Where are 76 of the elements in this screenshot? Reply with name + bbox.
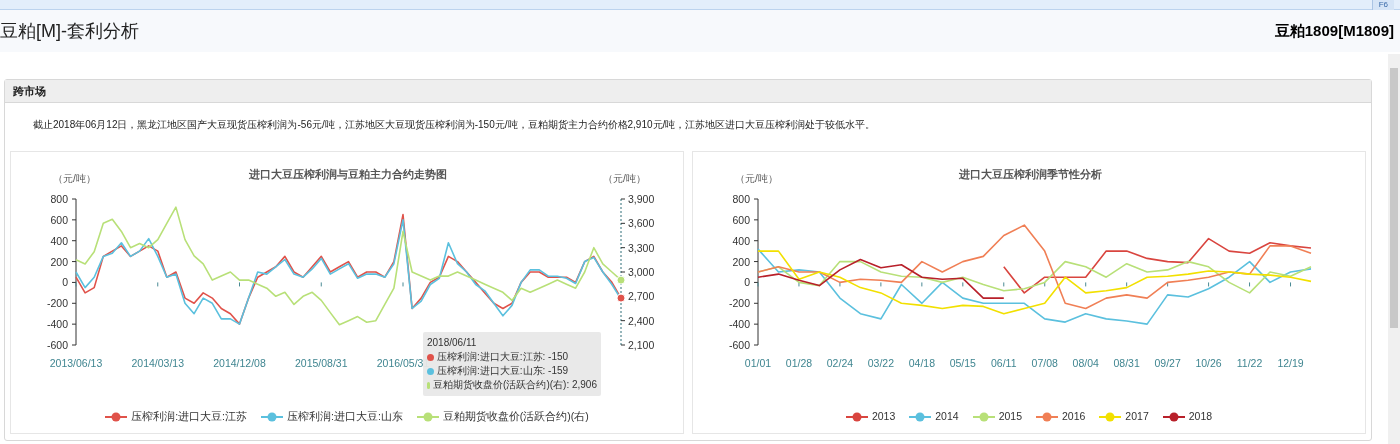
page-title: 豆粕[M]-套利分析: [0, 19, 139, 43]
x-tick-label: 2015/08/31: [294, 357, 348, 369]
legend-label[interactable]: 豆粕期货收盘价(活跃合约)(右): [442, 409, 589, 425]
tooltip-value: 压榨利润:进口大豆:山东: -159: [437, 364, 569, 378]
x-tick-label: 10/26: [1195, 357, 1222, 369]
x-tick-label: 02/24: [826, 357, 854, 369]
legend-label[interactable]: 2015: [998, 409, 1022, 425]
x-tick-label: 2014/12/08: [213, 357, 266, 369]
scrollbar-thumb[interactable]: [1390, 68, 1398, 328]
chart-title: 进口大豆压榨利润季节性分析: [958, 168, 1102, 180]
legend-marker-icon: [1162, 411, 1185, 422]
legend-marker-icon: [261, 411, 283, 422]
y-tick-label: 200: [732, 255, 750, 268]
y-tick-label: 200: [50, 255, 68, 268]
y-tick-label: 400: [50, 234, 68, 247]
y-tick-label: -400: [47, 318, 68, 331]
y-tick-label: 800: [732, 193, 750, 205]
x-tick-label: 08/31: [1113, 357, 1140, 369]
legend-label[interactable]: 压榨利润:进口大豆:山东: [287, 409, 403, 425]
legend-label[interactable]: 2017: [1125, 409, 1149, 425]
hover-point: [616, 293, 626, 303]
axis-unit: （元/吨）: [53, 173, 96, 184]
legend-label[interactable]: 2014: [935, 409, 959, 425]
y-tick-label: 600: [50, 213, 68, 226]
hover-point: [616, 275, 626, 285]
panel-title: 跨市场: [5, 80, 1371, 103]
y-tick-label: -200: [729, 297, 750, 310]
y-tick-label: 2,100: [628, 339, 655, 351]
tooltip-date: 2018/06/11: [427, 336, 478, 350]
axis-unit: （元/吨）: [735, 173, 778, 184]
y-tick-label: -400: [729, 318, 750, 331]
x-tick-label: 08/04: [1072, 357, 1099, 369]
contract-name: 豆粕1809[M1809]: [1274, 20, 1394, 41]
legend-marker-icon: [1036, 411, 1058, 422]
x-tick-label: 04/18: [908, 357, 935, 369]
y-tick-label: 3,300: [628, 241, 655, 254]
x-tick-label: 01/01: [744, 357, 772, 369]
legend-marker-icon: [1099, 411, 1122, 422]
legend-label[interactable]: 2013: [871, 409, 896, 425]
y-tick-label: 3,000: [628, 266, 655, 278]
legend-label[interactable]: 2018: [1188, 409, 1213, 425]
x-tick-label: 01/28: [785, 357, 813, 369]
legend-label[interactable]: 压榨利润:进口大豆:江苏: [131, 409, 247, 425]
x-tick-label: 03/22: [867, 357, 895, 369]
y-tick-label: 2,700: [628, 290, 655, 303]
x-tick-label: 05/15: [949, 357, 976, 369]
legend-label[interactable]: 2016: [1062, 409, 1086, 425]
y-tick-label: 600: [732, 213, 750, 226]
y-tick-label: 2,400: [628, 314, 655, 327]
x-tick-label: 07/08: [1031, 357, 1058, 369]
x-tick-label: 2013/06/13: [49, 357, 103, 369]
y-tick-label: 3,900: [628, 193, 655, 205]
x-tick-label: 06/11: [991, 357, 1017, 369]
y-tick-label: -600: [729, 339, 750, 351]
x-tick-label: 09/27: [1154, 357, 1181, 369]
x-tick-label: 2014/03/13: [131, 357, 185, 369]
x-tick-label: 12/19: [1277, 357, 1304, 369]
legend-marker-icon: [416, 411, 439, 422]
y-tick-label: -200: [47, 297, 68, 310]
scrollbar[interactable]: [1388, 54, 1400, 444]
legend-marker-icon: [845, 411, 868, 422]
y-tick-label: 0: [62, 276, 68, 289]
y-tick-label: 400: [732, 234, 750, 247]
legend-marker-icon: [909, 411, 932, 422]
y-tick-label: 0: [744, 276, 750, 289]
y-tick-label: 800: [50, 193, 68, 205]
legend-marker-icon: [972, 411, 995, 422]
tooltip-value: 豆粕期货收盘价(活跃合约)(右): 2,906: [433, 378, 597, 392]
tooltip-value: 压榨利润:进口大豆:江苏: -150: [437, 350, 569, 364]
x-tick-label: 11/22: [1236, 357, 1263, 369]
y-tick-label: 3,600: [628, 217, 655, 230]
y-tick-label: -600: [47, 339, 68, 351]
axis-unit: （元/吨）: [603, 173, 646, 184]
chart-title: 进口大豆压榨利润与豆粕主力合约走势图: [249, 168, 447, 180]
summary-text: 截止2018年06月12日，黑龙江地区国产大豆现货压榨利润为-56元/吨，江苏地区大豆现货压榨利润为-150元/吨，豆粕期货主力合约价格2,910元/吨，江苏地区进口大豆压榨利润处于较低水平。: [32, 118, 877, 132]
legend-marker-icon: [105, 411, 128, 422]
